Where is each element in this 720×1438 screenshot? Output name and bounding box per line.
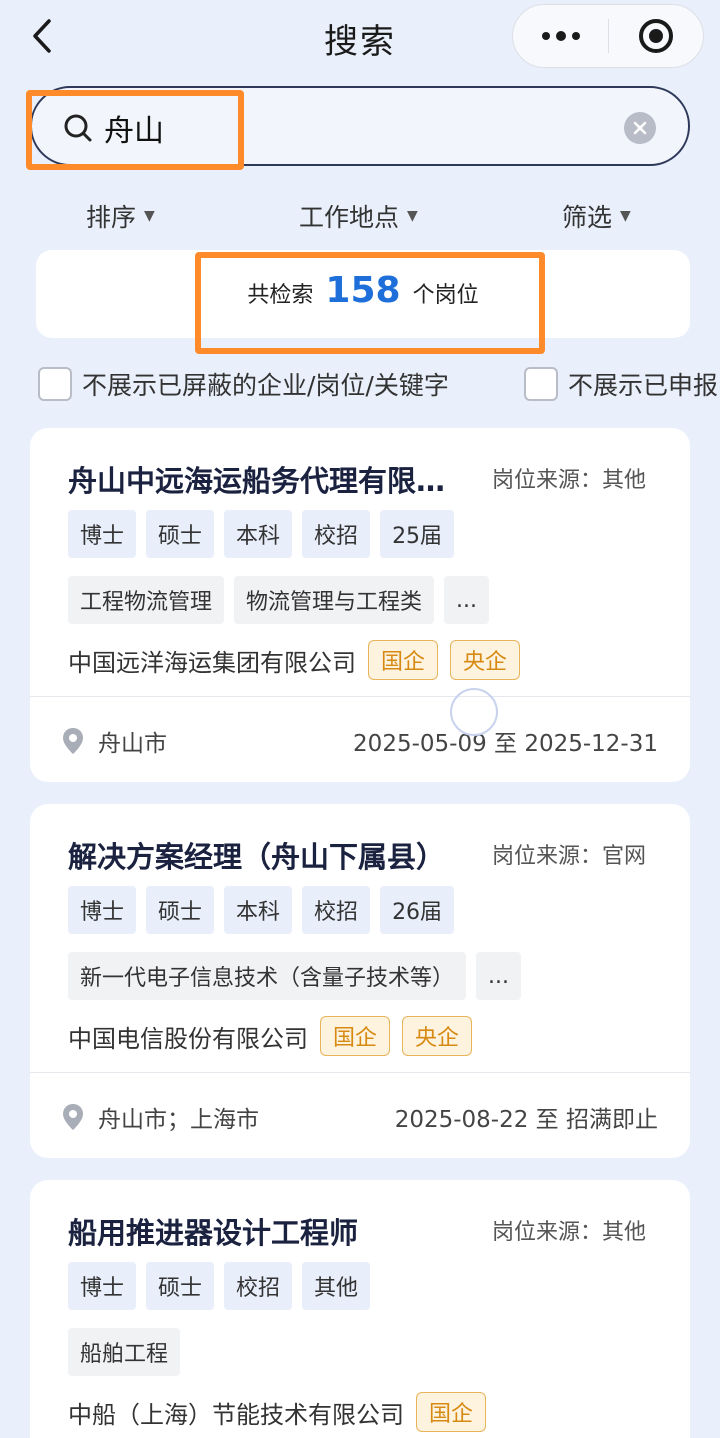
more-majors-tag[interactable]: ... xyxy=(476,952,521,1000)
company-name: 中国电信股份有限公司 xyxy=(68,1024,308,1053)
checkbox[interactable] xyxy=(38,367,72,401)
more-dots-icon xyxy=(541,31,580,41)
tag: 硕士 xyxy=(146,510,215,558)
badge-state-owned: 国企 xyxy=(368,640,439,680)
count-suffix: 个岗位 xyxy=(412,283,479,308)
tag: 25届 xyxy=(380,510,455,558)
major-tag: 物流管理与工程类 xyxy=(234,576,435,624)
job-source: 岗位来源：其他 xyxy=(491,1220,646,1245)
more-button[interactable] xyxy=(513,5,608,67)
major-tag: 新一代电子信息技术（含量子技术等） xyxy=(68,952,467,1000)
check-hide-applied-label: 不展示已申报 xyxy=(568,371,719,400)
job-title: 舟山中远海运船务代理有限… xyxy=(68,464,446,498)
filter-sort-label: 排序 xyxy=(86,203,137,232)
filter-location[interactable]: 工作地点 ▼ xyxy=(299,198,418,234)
caret-down-icon: ▼ xyxy=(407,208,418,224)
search-bar[interactable]: 舟山 xyxy=(30,86,690,166)
job-source: 岗位来源：其他 xyxy=(491,468,646,493)
filter-sort[interactable]: 排序 ▼ xyxy=(86,198,155,234)
tag: 校招 xyxy=(302,886,371,934)
company-name: 中国远洋海运集团有限公司 xyxy=(68,648,356,677)
job-card[interactable]: 舟山中远海运船务代理有限… 岗位来源：其他 博士 硕士 本科 校招 25届 工程… xyxy=(30,428,690,782)
mini-program-capsule xyxy=(512,4,704,68)
job-title: 解决方案经理（舟山下属县） xyxy=(68,840,446,874)
tag: 博士 xyxy=(68,510,137,558)
location-pin-icon xyxy=(63,1104,83,1130)
check-hide-blocked-label: 不展示已屏蔽的企业/岗位/关键字 xyxy=(82,371,449,400)
job-card[interactable]: 解决方案经理（舟山下属县） 岗位来源：官网 博士 硕士 本科 校招 26届 新一… xyxy=(30,804,690,1158)
clear-search-button[interactable] xyxy=(624,112,656,144)
caret-down-icon: ▼ xyxy=(144,208,155,224)
location-row: 舟山市 xyxy=(62,724,167,758)
check-hide-applied[interactable]: 不展示已申报 xyxy=(524,366,718,402)
search-input[interactable]: 舟山 xyxy=(104,106,164,150)
badge-central: 央企 xyxy=(450,640,521,680)
major-tags: 船舶工程 xyxy=(68,1328,181,1376)
tag: 校招 xyxy=(224,1262,293,1310)
tag: 本科 xyxy=(224,510,293,558)
nav-header: 搜索 xyxy=(0,0,720,76)
degree-tags: 博士 硕士 校招 其他 xyxy=(68,1262,371,1310)
tag: 博士 xyxy=(68,1262,137,1310)
result-count: 158 xyxy=(325,270,401,311)
card-divider xyxy=(30,1072,690,1073)
filter-screen[interactable]: 筛选 ▼ xyxy=(562,198,631,234)
tag: 其他 xyxy=(302,1262,371,1310)
degree-tags: 博士 硕士 本科 校招 26届 xyxy=(68,886,455,934)
record-target-icon xyxy=(638,19,673,53)
location-text: 舟山市；上海市 xyxy=(98,1107,259,1133)
caret-down-icon: ▼ xyxy=(620,208,631,224)
tag: 26届 xyxy=(380,886,455,934)
badge-central: 央企 xyxy=(402,1016,473,1056)
tag: 博士 xyxy=(68,886,137,934)
company-row: 中船（上海）节能技术有限公司 国企 xyxy=(68,1392,487,1432)
tag: 硕士 xyxy=(146,886,215,934)
location-pin-icon xyxy=(63,728,83,754)
degree-tags: 博士 硕士 本科 校招 25届 xyxy=(68,510,455,558)
company-row: 中国电信股份有限公司 国企 央企 xyxy=(68,1016,473,1056)
major-tag: 船舶工程 xyxy=(68,1328,181,1376)
filter-screen-label: 筛选 xyxy=(562,203,613,232)
job-title: 船用推进器设计工程师 xyxy=(68,1216,359,1250)
tag: 本科 xyxy=(224,886,293,934)
card-divider xyxy=(30,696,690,697)
filter-location-label: 工作地点 xyxy=(299,203,400,232)
tag: 硕士 xyxy=(146,1262,215,1310)
check-hide-blocked[interactable]: 不展示已屏蔽的企业/岗位/关键字 xyxy=(38,366,449,402)
major-tag: 工程物流管理 xyxy=(68,576,225,624)
company-name: 中船（上海）节能技术有限公司 xyxy=(68,1400,404,1429)
location-row: 舟山市；上海市 xyxy=(62,1100,259,1134)
search-icon xyxy=(64,114,92,142)
badge-state-owned: 国企 xyxy=(320,1016,391,1056)
date-range: 2025-08-22 至 招满即止 xyxy=(394,1107,658,1133)
checkbox[interactable] xyxy=(524,367,558,401)
close-program-button[interactable] xyxy=(609,5,703,67)
job-source: 岗位来源：官网 xyxy=(491,844,646,869)
job-card[interactable]: 船用推进器设计工程师 岗位来源：其他 博士 硕士 校招 其他 船舶工程 中船（上… xyxy=(30,1180,690,1438)
count-prefix: 共检索 xyxy=(247,283,314,308)
close-icon xyxy=(633,121,647,135)
result-count-panel: 共检索 158 个岗位 xyxy=(36,250,690,338)
location-text: 舟山市 xyxy=(98,731,167,757)
major-tags: 新一代电子信息技术（含量子技术等） ... xyxy=(68,952,521,1000)
badge-state-owned: 国企 xyxy=(416,1392,487,1432)
date-range: 2025-05-09 至 2025-12-31 xyxy=(353,731,658,757)
tag: 校招 xyxy=(302,510,371,558)
major-tags: 工程物流管理 物流管理与工程类 ... xyxy=(68,576,490,624)
company-row: 中国远洋海运集团有限公司 国企 央企 xyxy=(68,640,521,680)
more-majors-tag[interactable]: ... xyxy=(444,576,490,624)
